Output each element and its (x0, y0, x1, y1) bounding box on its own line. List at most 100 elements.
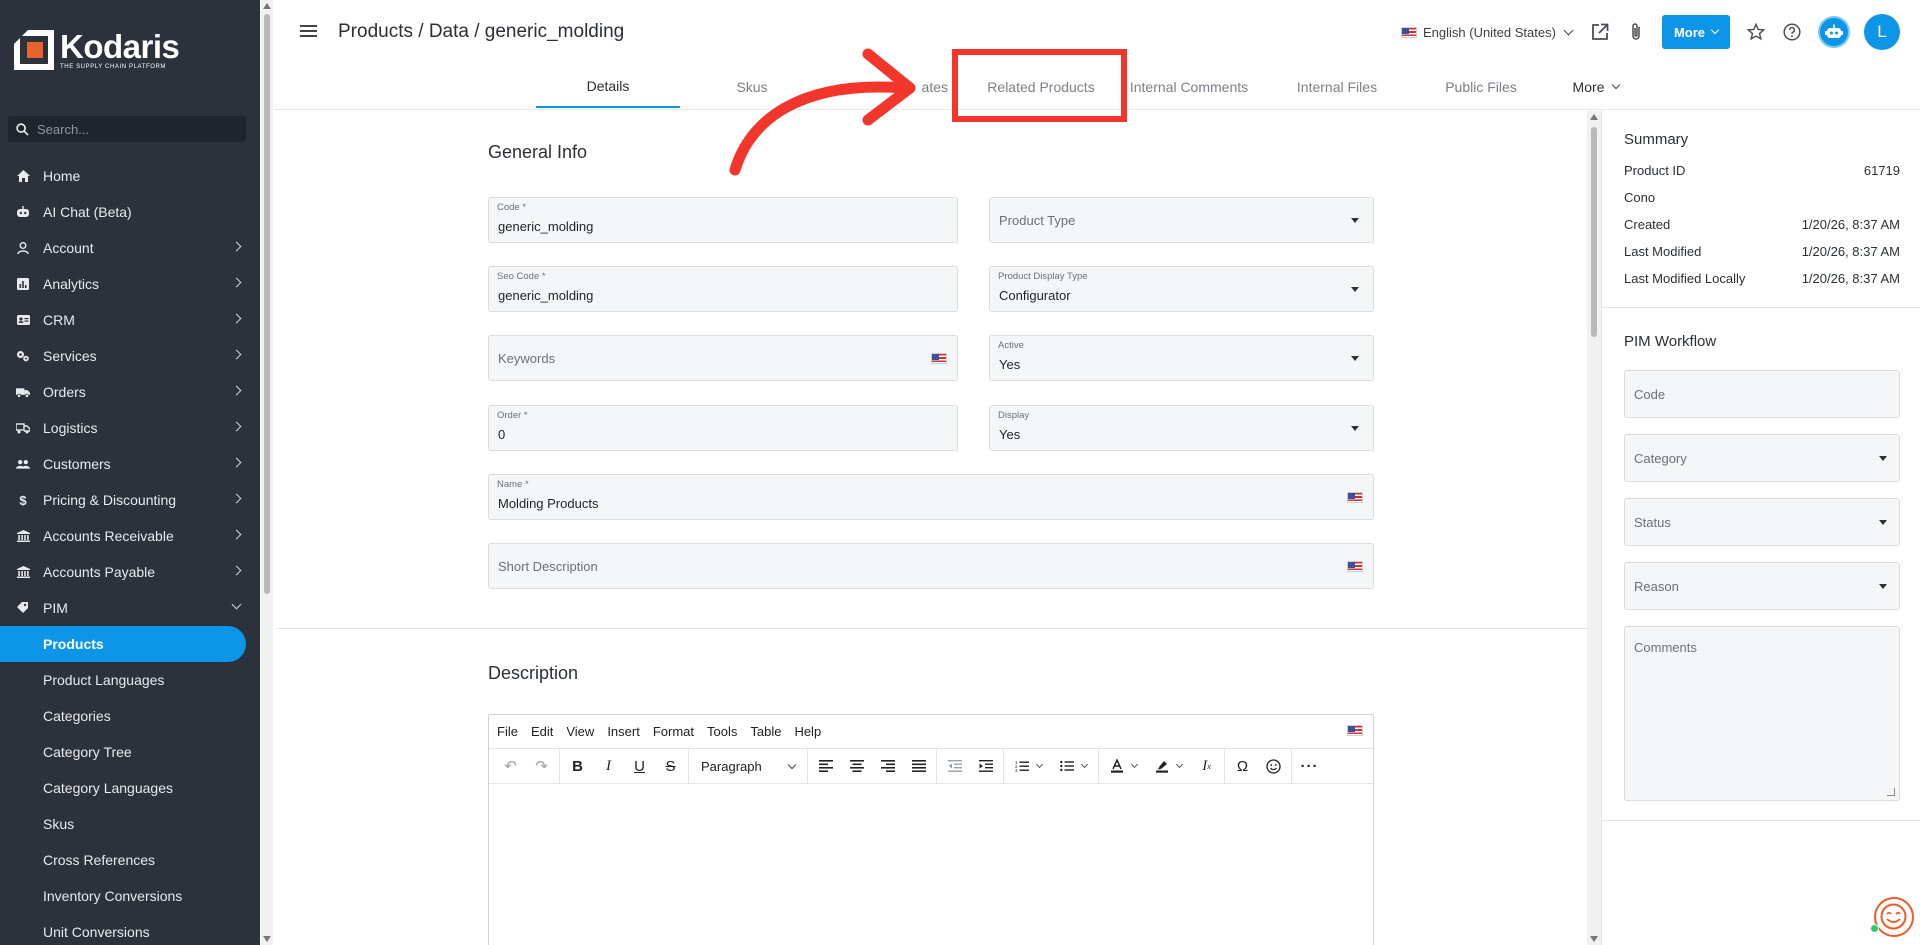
workflow-status-select[interactable]: Status (1624, 498, 1900, 546)
sidebar-item-logistics[interactable]: Logistics (0, 410, 260, 446)
sidebar-item-product-languages[interactable]: Product Languages (0, 662, 260, 698)
sidebar-item-services[interactable]: Services (0, 338, 260, 374)
sidebar-item-accounts-payable[interactable]: Accounts Payable (0, 554, 260, 590)
main-scrollbar[interactable] (1587, 111, 1601, 945)
resize-handle-icon[interactable] (1887, 788, 1895, 796)
workflow-reason-select[interactable]: Reason (1624, 562, 1900, 610)
bullet-list-icon[interactable] (1051, 752, 1082, 780)
clear-formatting-icon[interactable]: Ix (1191, 752, 1222, 780)
special-character-icon[interactable]: Ω (1227, 752, 1258, 780)
sidebar-item-skus[interactable]: Skus (0, 806, 260, 842)
sidebar-item-products[interactable]: Products (0, 626, 246, 662)
order-field[interactable]: Order * 0 (488, 405, 958, 451)
sidebar-item-pim[interactable]: PIM (0, 590, 260, 626)
text-color-icon[interactable] (1101, 752, 1132, 780)
tab-public-files[interactable]: Public Files (1406, 66, 1556, 108)
us-flag-icon[interactable] (1347, 725, 1363, 736)
align-left-icon[interactable] (810, 752, 841, 780)
editor-menu-help[interactable]: Help (794, 724, 821, 739)
code-field[interactable]: Code * generic_molding (488, 197, 958, 243)
star-icon[interactable] (1746, 22, 1766, 42)
editor-menu-file[interactable]: File (497, 724, 518, 739)
more-options-icon[interactable]: ··· (1294, 752, 1325, 780)
editor-menu-edit[interactable]: Edit (531, 724, 553, 739)
sidebar-scrollbar[interactable] (261, 0, 273, 945)
bold-icon[interactable]: B (562, 752, 593, 780)
outdent-icon[interactable] (939, 752, 970, 780)
display-select[interactable]: Display Yes (989, 405, 1374, 451)
editor-menu-tools[interactable]: Tools (707, 724, 737, 739)
sidebar-item-customers[interactable]: Customers (0, 446, 260, 482)
editor-menu-table[interactable]: Table (750, 724, 781, 739)
sidebar-item-ai-chat[interactable]: AI Chat (Beta) (0, 194, 260, 230)
editor-menu-view[interactable]: View (566, 724, 594, 739)
name-field[interactable]: Name * Molding Products (488, 474, 1374, 520)
kodaris-logo[interactable]: Kodaris THE SUPPLY CHAIN PLATFORM (14, 30, 180, 70)
workflow-code-field[interactable]: Code (1624, 370, 1900, 418)
tab-more[interactable]: More (1556, 66, 1636, 108)
scrollbar-thumb[interactable] (1591, 127, 1597, 337)
open-external-icon[interactable] (1590, 22, 1610, 42)
keywords-field[interactable]: Keywords (488, 335, 958, 381)
sidebar-item-crm[interactable]: CRM (0, 302, 260, 338)
hamburger-menu-icon[interactable] (300, 25, 317, 37)
sidebar-search-input[interactable] (37, 121, 227, 137)
description-rich-text-editor[interactable]: File Edit View Insert Format Tools Table… (488, 714, 1374, 945)
undo-icon[interactable]: ↶ (495, 752, 526, 780)
more-actions-button[interactable]: More (1661, 15, 1730, 49)
editor-menu-insert[interactable]: Insert (607, 724, 640, 739)
editor-content-area[interactable] (489, 784, 1373, 945)
tab-details[interactable]: Details (536, 66, 680, 108)
numbered-list-icon[interactable]: 123 (1006, 752, 1037, 780)
workflow-category-select[interactable]: Category (1624, 434, 1900, 482)
active-select[interactable]: Active Yes (989, 335, 1374, 381)
numbered-list-options-icon[interactable] (1035, 760, 1045, 770)
language-selector[interactable]: English (United States) (1400, 25, 1574, 40)
align-right-icon[interactable] (872, 752, 903, 780)
highlight-color-options-icon[interactable] (1175, 760, 1185, 770)
underline-icon[interactable]: U (624, 752, 655, 780)
sidebar-item-orders[interactable]: Orders (0, 374, 260, 410)
sidebar-item-unit-conversions[interactable]: Unit Conversions (0, 914, 260, 945)
sidebar-item-category-languages[interactable]: Category Languages (0, 770, 260, 806)
block-format-select[interactable]: Paragraph (691, 752, 805, 780)
highlight-color-icon[interactable] (1146, 752, 1177, 780)
scrollbar-thumb[interactable] (264, 14, 270, 594)
italic-icon[interactable]: I (593, 752, 624, 780)
emoji-icon[interactable] (1258, 752, 1289, 780)
product-display-type-select[interactable]: Product Display Type Configurator (989, 266, 1374, 312)
sidebar-item-analytics[interactable]: Analytics (0, 266, 260, 302)
align-justify-icon[interactable] (903, 752, 934, 780)
text-color-options-icon[interactable] (1130, 760, 1140, 770)
sidebar-item-cross-references[interactable]: Cross References (0, 842, 260, 878)
us-flag-icon[interactable] (931, 353, 947, 364)
align-center-icon[interactable] (841, 752, 872, 780)
tab-internal-files[interactable]: Internal Files (1268, 66, 1406, 108)
indent-icon[interactable] (970, 752, 1001, 780)
bullet-list-options-icon[interactable] (1080, 760, 1090, 770)
sidebar-item-inventory-conversions[interactable]: Inventory Conversions (0, 878, 260, 914)
scroll-down-arrow-icon[interactable] (263, 936, 271, 942)
seo-code-field[interactable]: Seo Code * generic_molding (488, 266, 958, 312)
scroll-up-arrow-icon[interactable] (1590, 114, 1598, 120)
sidebar-item-accounts-receivable[interactable]: Accounts Receivable (0, 518, 260, 554)
sidebar-item-categories[interactable]: Categories (0, 698, 260, 734)
us-flag-icon[interactable] (1347, 492, 1363, 503)
chat-support-icon[interactable] (1874, 897, 1914, 937)
sidebar-item-home[interactable]: Home (0, 158, 260, 194)
strikethrough-icon[interactable]: S (655, 752, 686, 780)
sidebar-item-account[interactable]: Account (0, 230, 260, 266)
us-flag-icon[interactable] (1347, 561, 1363, 572)
short-description-field[interactable]: Short Description (488, 543, 1374, 589)
scroll-down-arrow-icon[interactable] (1590, 936, 1598, 942)
sidebar-item-pricing[interactable]: $ Pricing & Discounting (0, 482, 260, 518)
ai-assistant-robot-icon[interactable] (1818, 16, 1850, 48)
redo-icon[interactable]: ↷ (526, 752, 557, 780)
editor-menu-format[interactable]: Format (653, 724, 694, 739)
help-icon[interactable] (1782, 22, 1802, 42)
sidebar-item-category-tree[interactable]: Category Tree (0, 734, 260, 770)
scroll-up-arrow-icon[interactable] (263, 3, 271, 9)
attachment-icon[interactable] (1626, 22, 1646, 42)
workflow-comments-textarea[interactable]: Comments (1624, 626, 1900, 801)
tab-internal-comments[interactable]: Internal Comments (1110, 66, 1268, 108)
